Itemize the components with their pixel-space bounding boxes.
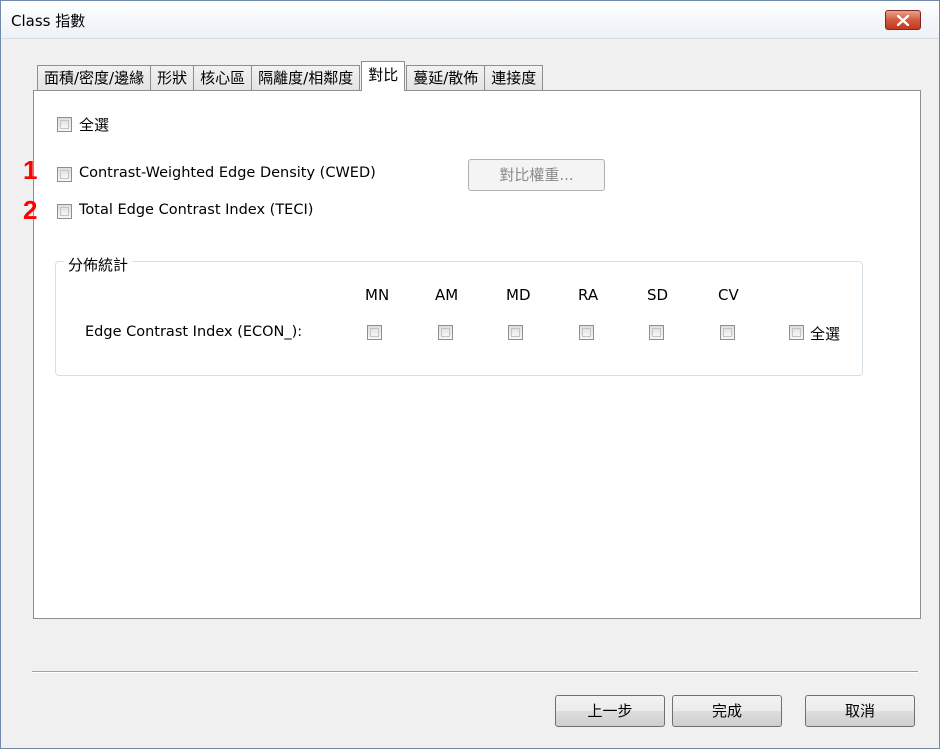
cwed-checkbox[interactable]	[57, 167, 72, 182]
column-header-cv: CV	[718, 286, 739, 304]
econ-select-all-label: 全選	[810, 325, 841, 343]
econ-sd-checkbox[interactable]	[649, 325, 664, 340]
column-header-ra: RA	[578, 286, 599, 304]
tab-contrast[interactable]: 對比	[361, 61, 406, 91]
econ-md-checkbox[interactable]	[508, 325, 523, 340]
econ-am-checkbox[interactable]	[438, 325, 453, 340]
cwed-label: Contrast-Weighted Edge Density (CWED)	[79, 165, 376, 181]
distribution-statistics-title: 分佈統計	[64, 254, 133, 275]
column-header-sd: SD	[647, 286, 669, 304]
back-button[interactable]: 上一步	[555, 695, 665, 727]
econ-cv-checkbox[interactable]	[720, 325, 735, 340]
tab-area-density-edge[interactable]: 面積/密度/邊緣	[37, 65, 152, 91]
contrast-weights-button[interactable]: 對比權重...	[468, 159, 605, 191]
close-icon	[897, 14, 909, 26]
econ-mn-checkbox[interactable]	[367, 325, 382, 340]
cancel-button[interactable]: 取消	[805, 695, 915, 727]
econ-row-label: Edge Contrast Index (ECON_):	[85, 324, 303, 340]
close-button[interactable]	[885, 10, 921, 30]
annotation-marker-2: 2	[23, 195, 38, 225]
tab-core-area[interactable]: 核心區	[193, 65, 253, 91]
econ-select-all-checkbox[interactable]	[789, 325, 804, 340]
tab-strip: 面積/密度/邊緣 形狀 核心區 隔離度/相鄰度 對比 蔓延/散佈 連接度	[37, 61, 544, 91]
select-all-label: 全選	[79, 116, 110, 134]
econ-ra-checkbox[interactable]	[579, 325, 594, 340]
select-all-checkbox[interactable]	[57, 117, 72, 132]
tab-contagion-interspersion[interactable]: 蔓延/散佈	[406, 65, 486, 91]
tab-connectivity[interactable]: 連接度	[484, 65, 544, 91]
footer-divider	[32, 671, 918, 673]
distribution-statistics-group	[55, 261, 863, 376]
column-header-am: AM	[435, 286, 459, 304]
title-bar: Class 指數	[1, 1, 939, 39]
teci-checkbox[interactable]	[57, 204, 72, 219]
window-title: Class 指數	[11, 12, 86, 30]
tab-shape[interactable]: 形狀	[150, 65, 195, 91]
annotation-marker-1: 1	[23, 155, 38, 185]
column-header-mn: MN	[365, 286, 390, 304]
teci-label: Total Edge Contrast Index (TECI)	[79, 202, 314, 218]
finish-button[interactable]: 完成	[672, 695, 782, 727]
tab-isolation-proximity[interactable]: 隔離度/相鄰度	[251, 65, 361, 91]
column-header-md: MD	[506, 286, 531, 304]
